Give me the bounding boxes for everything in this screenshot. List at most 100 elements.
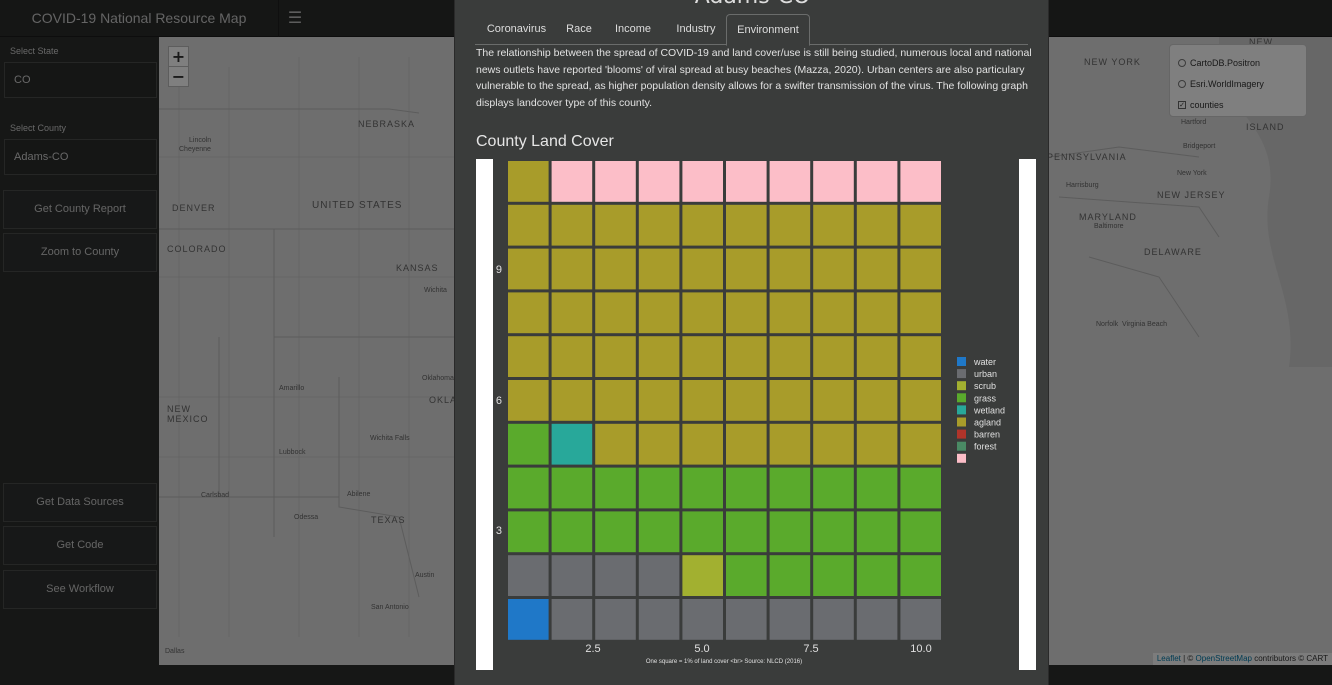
- waffle-cell: [508, 599, 549, 640]
- waffle-cell: [856, 336, 898, 377]
- waffle-cell: [638, 292, 680, 334]
- waffle-cell: [682, 292, 723, 334]
- waffle-cell: [726, 161, 767, 202]
- x-tick-label: 5.0: [694, 643, 709, 655]
- waffle-cell: [813, 248, 854, 290]
- waffle-cell: [813, 511, 854, 553]
- waffle-cell: [638, 599, 680, 640]
- chart-caption: One square = 1% of land cover <br> Sourc…: [646, 659, 802, 665]
- chart-left-border: [476, 159, 493, 670]
- legend-swatch: [957, 429, 966, 439]
- waffle-cell: [595, 555, 636, 596]
- tab-environment[interactable]: Environment: [726, 14, 810, 46]
- waffle-cell: [900, 336, 941, 377]
- waffle-cell: [508, 336, 549, 377]
- legend-label: grass: [974, 393, 997, 403]
- chart-title: County Land Cover: [476, 133, 614, 150]
- waffle-cell: [682, 336, 723, 377]
- modal-title: Adams-CO: [455, 0, 1050, 9]
- legend-swatch: [957, 393, 966, 403]
- waffle-cell: [595, 161, 636, 202]
- waffle-cell: [856, 555, 898, 596]
- waffle-cell: [508, 467, 549, 509]
- legend-label: wetland: [973, 405, 1005, 415]
- waffle-cell: [900, 555, 941, 596]
- tab-income[interactable]: Income: [603, 14, 663, 45]
- legend-label: scrub: [974, 381, 996, 391]
- waffle-cell: [595, 336, 636, 377]
- waffle-cell: [900, 423, 941, 465]
- tab-coronavirus[interactable]: Coronavirus: [477, 14, 556, 45]
- tab-industry[interactable]: Industry: [665, 14, 727, 45]
- waffle-cell: [682, 248, 723, 290]
- waffle-cell: [595, 423, 636, 465]
- waffle-cell: [595, 511, 636, 553]
- waffle-cell: [813, 204, 854, 246]
- waffle-cell: [813, 161, 854, 202]
- tab-race[interactable]: Race: [557, 14, 601, 45]
- waffle-cell: [726, 380, 767, 421]
- y-tick-label: 9: [496, 264, 502, 276]
- y-tick-label: 3: [496, 525, 502, 537]
- legend-swatch: [957, 441, 966, 451]
- tab-bar: Coronavirus Race Income Industry Environ…: [475, 14, 1028, 46]
- waffle-cell: [551, 555, 593, 596]
- waffle-cell: [551, 467, 593, 509]
- waffle-cell: [638, 467, 680, 509]
- waffle-cell: [508, 380, 549, 421]
- waffle-cell: [551, 292, 593, 334]
- waffle-cell: [813, 467, 854, 509]
- waffle-cell: [638, 511, 680, 553]
- waffle-cell: [508, 423, 549, 465]
- waffle-cell: [726, 423, 767, 465]
- waffle-cell: [682, 555, 723, 596]
- waffle-cell: [769, 511, 811, 553]
- waffle-cell: [595, 204, 636, 246]
- waffle-cell: [900, 511, 941, 553]
- waffle-cell: [638, 380, 680, 421]
- legend-label: water: [973, 357, 996, 367]
- legend-swatch: [957, 405, 966, 415]
- waffle-cell: [813, 292, 854, 334]
- waffle-cell: [900, 204, 941, 246]
- chart-right-border: [1019, 159, 1036, 670]
- waffle-cell: [813, 555, 854, 596]
- waffle-cell: [726, 204, 767, 246]
- waffle-cell: [813, 599, 854, 640]
- waffle-cell: [508, 292, 549, 334]
- waffle-cell: [595, 467, 636, 509]
- land-cover-waffle-chart: 3 6 9 2.5 5.0 7.5 10.0 water urban scrub grass we…: [476, 159, 1036, 670]
- waffle-cell: [769, 599, 811, 640]
- waffle-cell: [726, 467, 767, 509]
- waffle-cell: [551, 248, 593, 290]
- waffle-cell: [856, 204, 898, 246]
- waffle-cell: [551, 161, 593, 202]
- y-tick-label: 6: [496, 395, 502, 407]
- waffle-cell: [769, 292, 811, 334]
- waffle-cell: [856, 161, 898, 202]
- waffle-cell: [813, 336, 854, 377]
- x-tick-label: 7.5: [803, 643, 818, 655]
- waffle-cell: [638, 336, 680, 377]
- waffle-cell: [726, 555, 767, 596]
- waffle-cell: [638, 161, 680, 202]
- waffle-cell: [769, 161, 811, 202]
- waffle-cell: [508, 248, 549, 290]
- waffle-cell: [726, 248, 767, 290]
- waffle-cell: [551, 423, 593, 465]
- waffle-cell: [856, 292, 898, 334]
- waffle-cell: [856, 467, 898, 509]
- waffle-cell: [595, 248, 636, 290]
- waffle-cell: [769, 423, 811, 465]
- waffle-cell: [638, 204, 680, 246]
- waffle-cell: [551, 599, 593, 640]
- legend-label: urban: [974, 369, 997, 379]
- waffle-cell: [769, 204, 811, 246]
- legend-swatch: [957, 357, 966, 366]
- x-tick-label: 2.5: [585, 643, 600, 655]
- waffle-cell: [638, 423, 680, 465]
- app-window: COVID-19 National Resource Map ☰ Select …: [0, 0, 1332, 685]
- legend-swatch: [957, 453, 966, 463]
- waffle-cell: [551, 380, 593, 421]
- waffle-cell: [726, 599, 767, 640]
